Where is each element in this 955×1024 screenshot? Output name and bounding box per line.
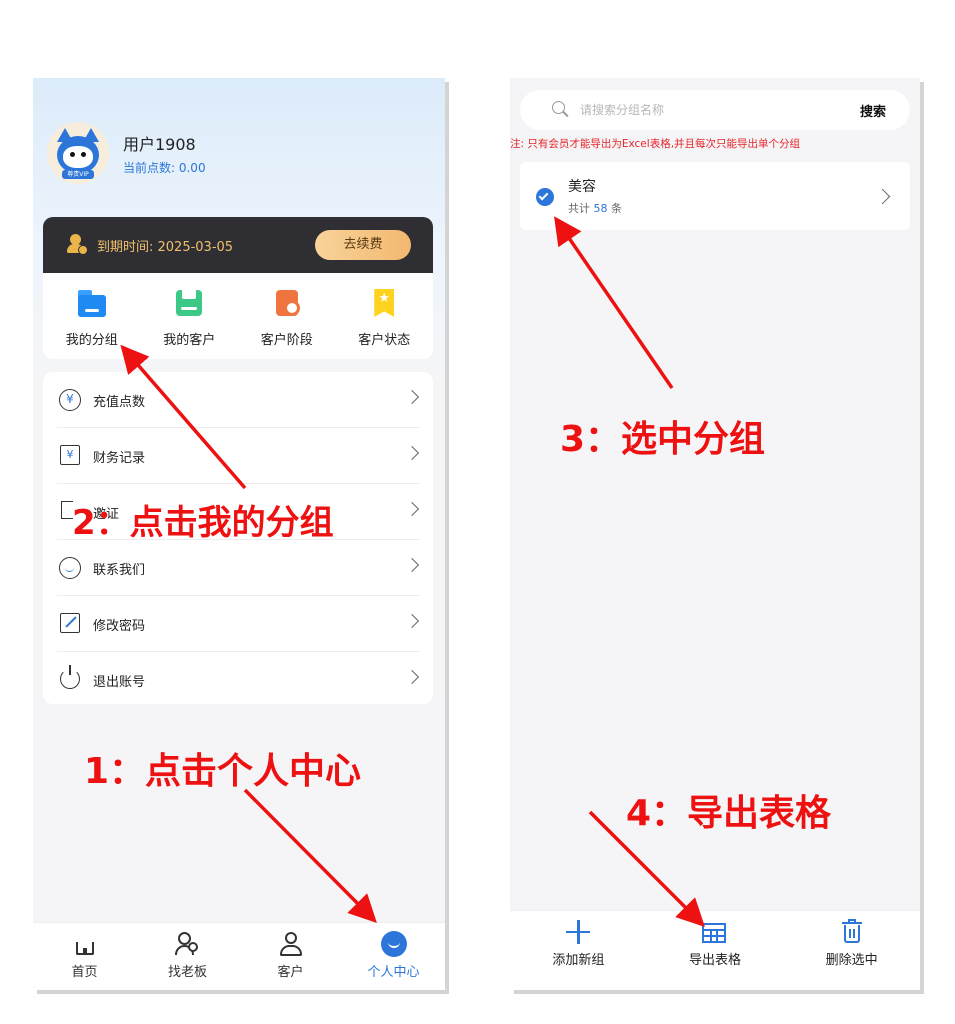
clock-icon bbox=[271, 287, 303, 319]
group-action-bar: 添加新组 导出表格 删除选中 bbox=[510, 910, 920, 990]
menu-finance-records[interactable]: ¥ 财务记录 bbox=[43, 428, 433, 484]
search-button[interactable]: 搜索 bbox=[860, 101, 886, 120]
annotation-step1: 1：点击个人中心 bbox=[84, 751, 362, 792]
group-count: 共计 58 条 bbox=[568, 202, 622, 215]
quick-customer-stage[interactable]: 客户阶段 bbox=[238, 273, 336, 359]
save-icon bbox=[173, 287, 205, 319]
menu-change-password[interactable]: 修改密码 bbox=[43, 596, 433, 652]
tab-label: 找老板 bbox=[167, 965, 207, 980]
checked-icon[interactable] bbox=[536, 188, 554, 206]
chevron-right-icon bbox=[404, 389, 420, 405]
menu-label: 财务记录 bbox=[93, 450, 146, 466]
search-input[interactable] bbox=[580, 99, 820, 121]
user-profile[interactable]: 尊贵VIP 用户1908 当前点数: 0.00 bbox=[47, 122, 206, 184]
quick-actions: 我的分组 我的客户 客户阶段 ★ 客户状态 bbox=[43, 273, 433, 359]
search-icon bbox=[552, 101, 569, 117]
annotation-step4: 4：导出表格 bbox=[626, 793, 832, 834]
groups-screen: 搜索 注: 只有会员才能导出为Excel表格,并且每次只能导出单个分组 美容 共… bbox=[510, 78, 920, 990]
menu-label: 联系我们 bbox=[93, 562, 146, 578]
action-label: 删除选中 bbox=[825, 953, 878, 968]
quick-label: 客户状态 bbox=[358, 333, 411, 348]
support-icon bbox=[59, 557, 81, 579]
search-bar: 搜索 bbox=[520, 90, 910, 130]
find-boss-icon bbox=[174, 931, 201, 957]
yen-box-icon: ¥ bbox=[59, 445, 81, 467]
home-icon bbox=[72, 931, 98, 957]
quick-label: 我的分组 bbox=[65, 333, 118, 348]
quick-label: 客户阶段 bbox=[260, 333, 313, 348]
menu-contact-us[interactable]: 联系我们 bbox=[43, 540, 433, 596]
star-flag-icon: ★ bbox=[368, 287, 400, 319]
tab-label: 首页 bbox=[71, 965, 98, 980]
chevron-right-icon bbox=[404, 557, 420, 573]
export-notice: 注: 只有会员才能导出为Excel表格,并且每次只能导出单个分组 bbox=[510, 138, 801, 150]
trash-icon bbox=[839, 919, 865, 945]
vip-user-icon bbox=[67, 234, 89, 256]
quick-my-customers[interactable]: 我的客户 bbox=[141, 273, 239, 359]
chevron-right-icon bbox=[874, 188, 891, 205]
tab-customers[interactable]: 客户 bbox=[239, 923, 342, 990]
avatar-vip-badge: 尊贵VIP bbox=[62, 170, 94, 179]
menu-label: 退出账号 bbox=[93, 674, 146, 690]
avatar[interactable]: 尊贵VIP bbox=[47, 122, 109, 184]
group-count-number: 58 bbox=[593, 202, 608, 215]
quick-label: 我的客户 bbox=[163, 333, 216, 348]
edit-icon bbox=[59, 613, 81, 635]
chevron-right-icon bbox=[404, 669, 420, 685]
group-item[interactable]: 美容 共计 58 条 bbox=[520, 162, 910, 230]
user-name: 用户1908 bbox=[123, 134, 196, 154]
tab-find-boss[interactable]: 找老板 bbox=[136, 923, 239, 990]
points-balance: 当前点数: 0.00 bbox=[123, 160, 206, 175]
user-icon bbox=[278, 931, 304, 957]
plus-icon bbox=[565, 919, 591, 945]
renew-button[interactable]: 去续费 bbox=[315, 230, 411, 260]
chevron-right-icon bbox=[404, 501, 420, 517]
vip-expiry-bar: 到期时间: 2025-03-05 去续费 bbox=[43, 217, 433, 273]
quick-my-groups[interactable]: 我的分组 bbox=[43, 273, 141, 359]
menu-label: 修改密码 bbox=[93, 618, 146, 634]
expire-date: 到期时间: 2025-03-05 bbox=[97, 239, 234, 255]
action-label: 添加新组 bbox=[552, 953, 605, 968]
yen-circle-icon: ¥ bbox=[59, 389, 81, 411]
add-group-button[interactable]: 添加新组 bbox=[510, 911, 647, 990]
delete-selected-button[interactable]: 删除选中 bbox=[783, 911, 920, 990]
menu-label: 充值点数 bbox=[93, 394, 146, 410]
bottom-tab-bar: 首页 找老板 客户 个人中心 bbox=[33, 922, 445, 990]
tab-label: 客户 bbox=[277, 965, 304, 980]
power-icon bbox=[59, 665, 81, 691]
tab-home[interactable]: 首页 bbox=[33, 923, 136, 990]
group-name: 美容 bbox=[568, 179, 596, 195]
profile-smile-icon bbox=[380, 931, 407, 957]
tab-profile-center[interactable]: 个人中心 bbox=[342, 923, 445, 990]
action-label: 导出表格 bbox=[689, 953, 742, 968]
annotation-step2: 2：点击我的分组 bbox=[72, 503, 334, 543]
table-icon bbox=[702, 919, 728, 945]
tutorial-stage: 尊贵VIP 用户1908 当前点数: 0.00 到期时间: 2025-03-05… bbox=[0, 0, 955, 1024]
annotation-step3: 3：选中分组 bbox=[560, 419, 766, 460]
tab-label: 个人中心 bbox=[367, 965, 420, 980]
chevron-right-icon bbox=[404, 613, 420, 629]
menu-recharge-points[interactable]: ¥ 充值点数 bbox=[43, 372, 433, 428]
folder-icon bbox=[76, 287, 108, 319]
quick-customer-status[interactable]: ★ 客户状态 bbox=[336, 273, 434, 359]
chevron-right-icon bbox=[404, 445, 420, 461]
export-table-button[interactable]: 导出表格 bbox=[647, 911, 784, 990]
menu-logout[interactable]: 退出账号 bbox=[43, 652, 433, 708]
